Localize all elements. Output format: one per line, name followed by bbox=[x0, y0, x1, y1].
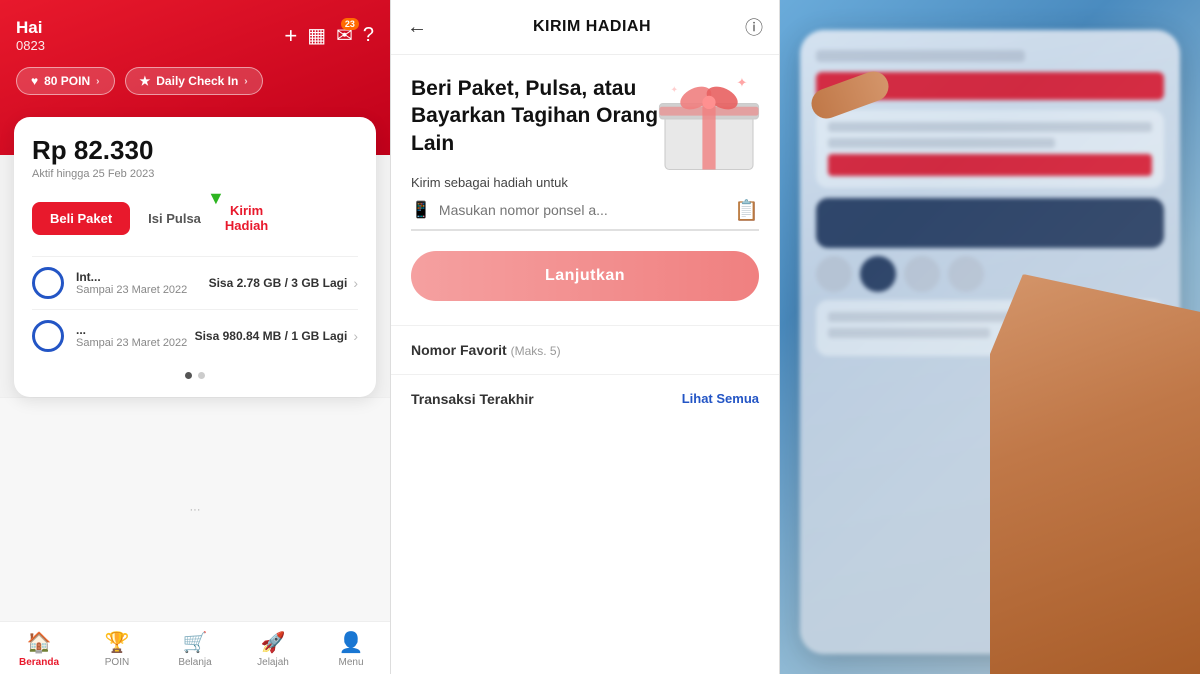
dot-1 bbox=[185, 372, 192, 379]
svg-text:✦: ✦ bbox=[737, 75, 748, 90]
nav-poin[interactable]: 🏆 POIN bbox=[78, 630, 156, 668]
nomor-favorit-label: Nomor Favorit bbox=[411, 342, 507, 358]
gift-image: ✦ ✦ bbox=[649, 65, 769, 175]
maks-label: (Maks. 5) bbox=[511, 344, 561, 358]
star-icon: ★ bbox=[140, 74, 151, 88]
phone-number: 0823 bbox=[16, 38, 45, 53]
data-amount-2: Sisa 980.84 MB / 1 GB Lagi bbox=[195, 329, 348, 343]
bottom-nav: 🏠 Beranda 🏆 POIN 🛒 Belanja 🚀 Jelajah 👤 M… bbox=[0, 621, 390, 674]
data-row-mb[interactable]: ... Sampai 23 Maret 2022 Sisa 980.84 MB … bbox=[32, 309, 358, 362]
mail-badge: 23 bbox=[341, 18, 359, 30]
hero-title: Beri Paket, Pulsa, atau Bayarkan Tagihan… bbox=[411, 75, 671, 157]
data-info-2: ... Sampai 23 Maret 2022 bbox=[76, 323, 195, 349]
chevron-right-data1: › bbox=[353, 275, 358, 291]
chevron-right-icon: › bbox=[96, 76, 99, 87]
nav-belanja-label: Belanja bbox=[178, 657, 211, 668]
data-sub-2: Sampai 23 Maret 2022 bbox=[76, 337, 195, 349]
cart-icon: 🛒 bbox=[183, 630, 208, 655]
beli-paket-button[interactable]: Beli Paket bbox=[32, 202, 130, 235]
data-circle-2 bbox=[32, 320, 64, 352]
phone-icon: 📱 bbox=[411, 200, 431, 220]
help-icon[interactable]: ? bbox=[363, 24, 374, 47]
svg-text:✦: ✦ bbox=[671, 85, 679, 95]
home-icon: 🏠 bbox=[27, 630, 52, 655]
divider-2 bbox=[391, 374, 779, 375]
nav-jelajah[interactable]: 🚀 Jelajah bbox=[234, 630, 312, 668]
trophy-icon: 🏆 bbox=[105, 630, 130, 655]
middle-phone: ← KIRIM HADIAH ⓘ Beri Paket, Pulsa, atau… bbox=[390, 0, 780, 674]
data-amount-1: Sisa 2.78 GB / 3 GB Lagi bbox=[209, 276, 348, 290]
promo-text: ··· bbox=[190, 504, 201, 516]
rocket-icon: 🚀 bbox=[261, 630, 286, 655]
left-phone: Hai 0823 + ▦ ✉ 23 ? ♥ bbox=[0, 0, 390, 674]
points-label: 80 POIN bbox=[44, 74, 90, 88]
lanjutkan-button[interactable]: Lanjutkan bbox=[411, 251, 759, 301]
heart-icon: ♥ bbox=[31, 74, 38, 88]
data-circle-1 bbox=[32, 267, 64, 299]
data-row-internet[interactable]: Int... Sampai 23 Maret 2022 Sisa 2.78 GB… bbox=[32, 256, 358, 309]
balance-expiry: Aktif hingga 25 Feb 2023 bbox=[32, 168, 358, 180]
data-sub-1: Sampai 23 Maret 2022 bbox=[76, 284, 209, 296]
daily-checkin-label: Daily Check In bbox=[156, 74, 238, 88]
daily-checkin-button[interactable]: ★ Daily Check In › bbox=[125, 67, 263, 95]
transaksi-label: Transaksi Terakhir bbox=[411, 391, 534, 407]
action-buttons: ▼ Beli Paket Isi Pulsa KirimHadiah bbox=[32, 194, 358, 242]
carousel-dots bbox=[32, 362, 358, 383]
nomor-favorit-section: Nomor Favorit (Maks. 5) bbox=[411, 342, 759, 358]
greeting-area: Hai 0823 bbox=[16, 18, 45, 53]
greeting-text: Hai bbox=[16, 18, 45, 38]
mid-header: ← KIRIM HADIAH ⓘ bbox=[391, 0, 779, 55]
back-button[interactable]: ← bbox=[407, 16, 427, 39]
isi-pulsa-button[interactable]: Isi Pulsa bbox=[138, 202, 211, 235]
arrow-down-icon: ▼ bbox=[207, 188, 225, 209]
hand-overlay bbox=[990, 274, 1200, 674]
data-info-1: Int... Sampai 23 Maret 2022 bbox=[76, 270, 209, 296]
mid-content: Beri Paket, Pulsa, atau Bayarkan Tagihan… bbox=[391, 55, 779, 674]
transaksi-row: Transaksi Terakhir Lihat Semua bbox=[411, 391, 759, 407]
pill-row: ♥ 80 POIN › ★ Daily Check In › bbox=[16, 67, 374, 95]
nav-beranda-label: Beranda bbox=[19, 657, 59, 668]
promo-area: ··· bbox=[0, 397, 390, 621]
info-icon[interactable]: ⓘ bbox=[745, 14, 763, 40]
background-photo bbox=[780, 0, 1200, 674]
divider-1 bbox=[391, 325, 779, 326]
points-button[interactable]: ♥ 80 POIN › bbox=[16, 67, 115, 95]
contacts-icon[interactable]: 📋 bbox=[734, 198, 759, 223]
add-icon[interactable]: + bbox=[284, 23, 297, 49]
phone-number-input[interactable] bbox=[439, 202, 734, 218]
dot-2 bbox=[198, 372, 205, 379]
nav-beranda[interactable]: 🏠 Beranda bbox=[0, 630, 78, 668]
nav-menu[interactable]: 👤 Menu bbox=[312, 630, 390, 668]
user-icon: 👤 bbox=[339, 630, 364, 655]
qr-icon[interactable]: ▦ bbox=[307, 23, 326, 48]
data-name-1: Int... bbox=[76, 270, 209, 284]
kirim-hadiah-label: KirimHadiah bbox=[225, 203, 268, 233]
mail-icon[interactable]: ✉ 23 bbox=[336, 23, 353, 48]
nav-jelajah-label: Jelajah bbox=[257, 657, 289, 668]
lihat-semua-link[interactable]: Lihat Semua bbox=[682, 391, 759, 406]
nav-belanja[interactable]: 🛒 Belanja bbox=[156, 630, 234, 668]
balance-amount: Rp 82.330 bbox=[32, 135, 358, 166]
phone-input-wrap: 📱 📋 bbox=[411, 198, 759, 231]
chevron-right-icon2: › bbox=[244, 76, 247, 87]
balance-card: Rp 82.330 Aktif hingga 25 Feb 2023 ▼ Bel… bbox=[14, 117, 376, 397]
nav-poin-label: POIN bbox=[105, 657, 129, 668]
data-name-2: ... bbox=[76, 323, 195, 337]
header-icons: + ▦ ✉ 23 ? bbox=[284, 23, 374, 49]
chevron-right-data2: › bbox=[353, 328, 358, 344]
page-title: KIRIM HADIAH bbox=[439, 18, 745, 36]
kirim-hadiah-button[interactable]: KirimHadiah bbox=[219, 194, 274, 242]
nav-menu-label: Menu bbox=[338, 657, 363, 668]
send-label: Kirim sebagai hadiah untuk bbox=[411, 175, 759, 190]
